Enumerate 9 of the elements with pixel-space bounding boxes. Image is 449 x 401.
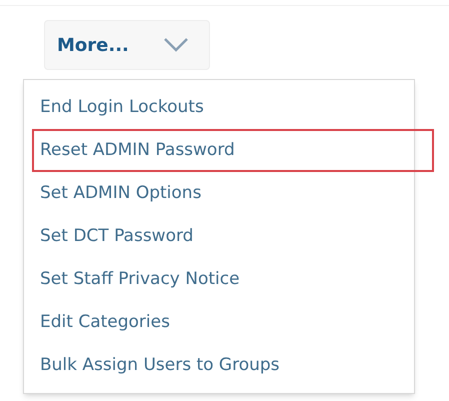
menu-item[interactable]: Reset ADMIN Password <box>32 129 434 172</box>
menu-item[interactable]: Set DCT Password <box>24 215 414 258</box>
more-dropdown-button[interactable]: More... <box>44 20 210 70</box>
menu-item[interactable]: Set Staff Privacy Notice <box>24 258 414 301</box>
chevron-down-icon <box>162 37 189 53</box>
menu-item[interactable]: Bulk Assign Users to Groups <box>24 344 414 387</box>
menu-item[interactable]: Edit Categories <box>24 301 414 344</box>
menu-item[interactable]: Set ADMIN Options <box>24 172 414 215</box>
menu-item[interactable]: End Login Lockouts <box>24 86 414 129</box>
